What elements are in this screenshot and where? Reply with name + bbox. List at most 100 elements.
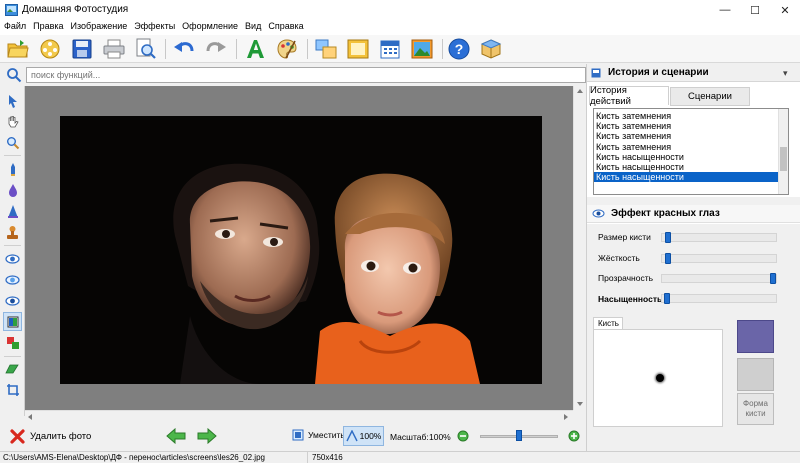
collage-button[interactable] <box>314 37 338 61</box>
zoom-slider-thumb[interactable] <box>516 430 522 441</box>
secondary-color-swatch[interactable] <box>737 358 774 391</box>
save-button[interactable] <box>70 37 94 61</box>
horizontal-scrollbar[interactable] <box>25 410 573 423</box>
print-button[interactable] <box>102 37 126 61</box>
tab-scenarios[interactable]: Сценарии <box>670 87 750 106</box>
slider-track-transparency[interactable] <box>661 274 777 283</box>
list-item-selected[interactable]: Кисть насыщенности <box>594 172 778 183</box>
list-item[interactable]: Кисть затемнения <box>594 111 788 121</box>
prev-photo-button[interactable] <box>166 427 186 446</box>
menu-effects[interactable]: Эффекты <box>134 21 175 35</box>
effect-panel-header: Эффект красных глаз <box>587 205 800 223</box>
red-eye-icon <box>5 295 20 306</box>
tool-saturation[interactable] <box>3 312 22 331</box>
slider-track-saturation[interactable] <box>661 294 777 303</box>
menu-edit[interactable]: Правка <box>33 21 63 35</box>
slider-thumb-transparency[interactable] <box>770 273 776 284</box>
slider-track-brush-size[interactable] <box>661 233 777 242</box>
tool-brush-sharpen[interactable] <box>3 202 22 221</box>
primary-color-swatch[interactable] <box>737 320 774 353</box>
tool-stamp[interactable] <box>3 223 22 242</box>
brush-shape-button[interactable]: Форма кисти <box>737 393 774 425</box>
slider-track-hardness[interactable] <box>661 254 777 263</box>
delete-photo-button[interactable]: Удалить фото <box>10 429 91 444</box>
next-photo-button[interactable] <box>197 427 217 446</box>
panel-collapse-icon[interactable]: ▾ <box>783 68 792 78</box>
tool-hand[interactable] <box>3 112 22 131</box>
redo-button[interactable] <box>204 37 228 61</box>
history-list[interactable]: Кисть затемнения Кисть затемнения Кисть … <box>593 108 789 195</box>
help-question-icon: ? <box>448 38 470 60</box>
open-folder-button[interactable] <box>6 37 30 61</box>
slider-label-transparency: Прозрачность <box>598 273 654 283</box>
slider-thumb-hardness[interactable] <box>665 253 672 264</box>
landscape-photo-icon <box>411 39 433 59</box>
minimize-button[interactable]: — <box>710 0 740 20</box>
app-icon <box>5 4 18 16</box>
menu-view[interactable]: Вид <box>245 21 261 35</box>
menu-help[interactable]: Справка <box>268 21 303 35</box>
brush-tab[interactable]: Кисть <box>593 317 623 329</box>
photo-image <box>60 116 542 384</box>
slider-thumb-saturation[interactable] <box>664 293 671 304</box>
fit-button[interactable]: Уместить <box>292 429 345 441</box>
tool-zoom[interactable] <box>3 133 22 152</box>
zoom-in-button[interactable] <box>568 430 580 444</box>
frame-button[interactable] <box>346 37 370 61</box>
history-scrollbar[interactable] <box>778 109 788 194</box>
toolbar: ? <box>0 35 800 63</box>
delete-photo-label: Удалить фото <box>30 431 92 442</box>
tool-eye-1[interactable] <box>3 249 22 268</box>
vertical-scrollbar[interactable] <box>573 86 586 410</box>
fit-screen-icon <box>292 429 304 441</box>
tool-brush-darken[interactable] <box>3 160 22 179</box>
search-input[interactable] <box>26 67 586 83</box>
add-text-button[interactable] <box>243 37 267 61</box>
list-item[interactable]: Кисть затемнения <box>594 131 788 141</box>
list-item[interactable]: Кисть затемнения <box>594 121 788 131</box>
pen-icon <box>10 163 15 176</box>
tool-color-replace[interactable] <box>3 333 22 352</box>
tool-palette <box>0 86 25 416</box>
list-item[interactable]: Кисть насыщенности <box>594 152 788 162</box>
tool-eye-2[interactable] <box>3 270 22 289</box>
zoom-100-button[interactable]: 100% <box>343 426 384 446</box>
slider-label-saturation: Насыщенность <box>598 294 663 304</box>
zoom-actual-icon <box>345 430 358 442</box>
menu-image[interactable]: Изображение <box>71 21 128 35</box>
close-button[interactable]: ✕ <box>770 0 800 20</box>
tool-red-eye[interactable] <box>3 291 22 310</box>
search-icon <box>7 68 22 83</box>
slider-thumb-brush-size[interactable] <box>665 232 672 243</box>
effects-palette-button[interactable] <box>275 37 299 61</box>
zoom-out-button[interactable] <box>457 430 469 444</box>
preview-button[interactable] <box>134 37 158 61</box>
tool-brush-blur[interactable] <box>3 181 22 200</box>
tool-crop[interactable] <box>3 380 22 399</box>
help-button[interactable]: ? <box>447 37 471 61</box>
package-button[interactable] <box>479 37 503 61</box>
scroll-down-icon <box>577 402 583 406</box>
history-scroll-thumb[interactable] <box>780 147 787 171</box>
history-panel-icon <box>591 68 601 77</box>
gallery-button[interactable] <box>38 37 62 61</box>
photo[interactable] <box>60 116 542 384</box>
scroll-up-icon <box>577 89 583 93</box>
scale-value: 100% <box>429 432 451 442</box>
list-item[interactable]: Кисть затемнения <box>594 142 788 152</box>
tool-select[interactable] <box>3 91 22 110</box>
postcard-button[interactable] <box>410 37 434 61</box>
menu-file[interactable]: Файл <box>4 21 26 35</box>
maximize-button[interactable]: ☐ <box>740 0 770 20</box>
list-item[interactable]: Кисть насыщенности <box>594 162 788 172</box>
slider-label-hardness: Жёсткость <box>598 253 640 263</box>
calendar-button[interactable] <box>378 37 402 61</box>
tool-eraser[interactable] <box>3 359 22 378</box>
undo-button[interactable] <box>172 37 196 61</box>
palette-icon <box>277 39 297 59</box>
tab-history[interactable]: История действий <box>589 85 669 107</box>
menu-design[interactable]: Оформление <box>182 21 238 35</box>
zoom-100-label: 100% <box>359 431 382 441</box>
eraser-icon <box>5 364 19 373</box>
effect-panel-title: Эффект красных глаз <box>611 208 720 219</box>
